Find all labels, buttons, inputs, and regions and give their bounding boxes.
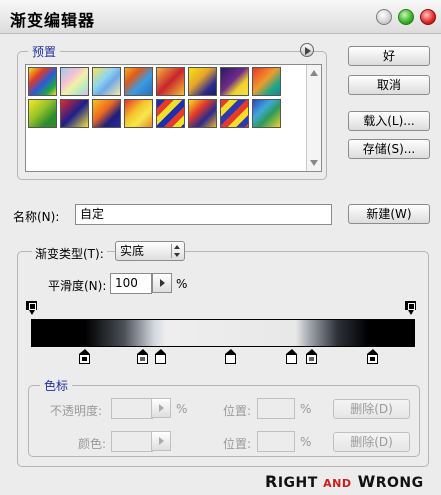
opacity-label: 不透明度: [50, 404, 103, 418]
preset-swatch-16[interactable] [252, 99, 281, 128]
delete-color-stop-button[interactable]: 删除(D) [333, 432, 410, 452]
ok-button[interactable]: 好 [348, 46, 430, 66]
presets-menu-arrow-icon[interactable] [300, 43, 314, 57]
location-unit-opacity: % [300, 402, 312, 416]
name-input[interactable]: 自定 [75, 204, 332, 225]
gradient-type-value: 实底 [120, 244, 145, 258]
smoothness-unit: % [176, 277, 188, 291]
watermark-logo: RIGHT AND WRONG [265, 472, 424, 491]
delete-opacity-stop-button[interactable]: 删除(D) [333, 399, 410, 419]
location-input-color[interactable] [257, 431, 295, 452]
minimize-button[interactable] [376, 9, 392, 25]
select-arrows-icon [171, 244, 182, 258]
preset-swatch-3[interactable] [92, 67, 121, 96]
gradient-type-select[interactable]: 实底 [115, 241, 185, 261]
load-button[interactable]: 载入(L)... [348, 111, 430, 131]
stops-label: 色标 [40, 377, 73, 394]
preset-swatch-1[interactable] [28, 67, 57, 96]
preset-swatch-11[interactable] [92, 99, 121, 128]
preset-swatch-14[interactable] [188, 99, 217, 128]
window-title: 渐变编辑器 [10, 11, 96, 30]
preset-swatch-5[interactable] [156, 67, 185, 96]
title-bar: 渐变编辑器 [0, 0, 441, 34]
opacity-input[interactable] [111, 398, 153, 419]
smoothness-input[interactable]: 100 [110, 273, 152, 294]
scroll-up-icon[interactable] [310, 70, 318, 76]
color-stop[interactable] [306, 349, 317, 364]
new-button[interactable]: 新建(W) [348, 204, 430, 224]
color-stop[interactable] [155, 349, 166, 364]
color-stop[interactable] [286, 349, 297, 364]
preset-swatch-13[interactable] [156, 99, 185, 128]
location-label-color: 位置: [223, 437, 252, 451]
save-button[interactable]: 存储(S)... [348, 139, 430, 159]
save-button-label: 存储(S)... [362, 142, 416, 156]
opacity-slider-toggle-icon[interactable] [151, 398, 171, 418]
preset-swatch-8[interactable] [252, 67, 281, 96]
location-input-opacity[interactable] [257, 398, 295, 419]
color-label: 颜色: [78, 437, 107, 451]
color-swatch-field[interactable] [111, 431, 153, 452]
preset-swatch-15[interactable] [220, 99, 249, 128]
load-button-label: 载入(L)... [363, 114, 415, 128]
close-button[interactable] [420, 9, 436, 25]
scroll-down-icon[interactable] [310, 160, 318, 166]
opacity-stop-left[interactable] [26, 301, 37, 315]
name-label: 名称(N): [13, 210, 60, 224]
gradient-preview-bar[interactable] [31, 319, 415, 347]
location-unit-color: % [300, 435, 312, 449]
preset-swatch-list [25, 64, 322, 172]
opacity-stop-right[interactable] [405, 301, 416, 315]
color-stop[interactable] [225, 349, 236, 364]
presets-label: 预置 [28, 43, 61, 60]
preset-swatch-2[interactable] [60, 67, 89, 96]
preset-scrollbar[interactable] [306, 65, 321, 171]
preset-swatch-4[interactable] [124, 67, 153, 96]
zoom-button[interactable] [398, 9, 414, 25]
preset-swatch-7[interactable] [220, 67, 249, 96]
preset-swatch-9[interactable] [28, 99, 57, 128]
smoothness-label: 平滑度(N): [48, 279, 107, 293]
cancel-button[interactable]: 取消 [348, 75, 430, 95]
gradient-type-label: 渐变类型(T): [32, 245, 107, 262]
smoothness-slider-toggle-icon[interactable] [152, 273, 172, 293]
preset-swatch-6[interactable] [188, 67, 217, 96]
preset-swatch-12[interactable] [124, 99, 153, 128]
location-label-opacity: 位置: [223, 404, 252, 418]
color-menu-arrow-icon[interactable] [151, 431, 171, 451]
opacity-unit: % [176, 402, 188, 416]
color-stop[interactable] [137, 349, 148, 364]
color-stop[interactable] [79, 349, 90, 364]
color-stop[interactable] [367, 349, 378, 364]
preset-swatch-10[interactable] [60, 99, 89, 128]
